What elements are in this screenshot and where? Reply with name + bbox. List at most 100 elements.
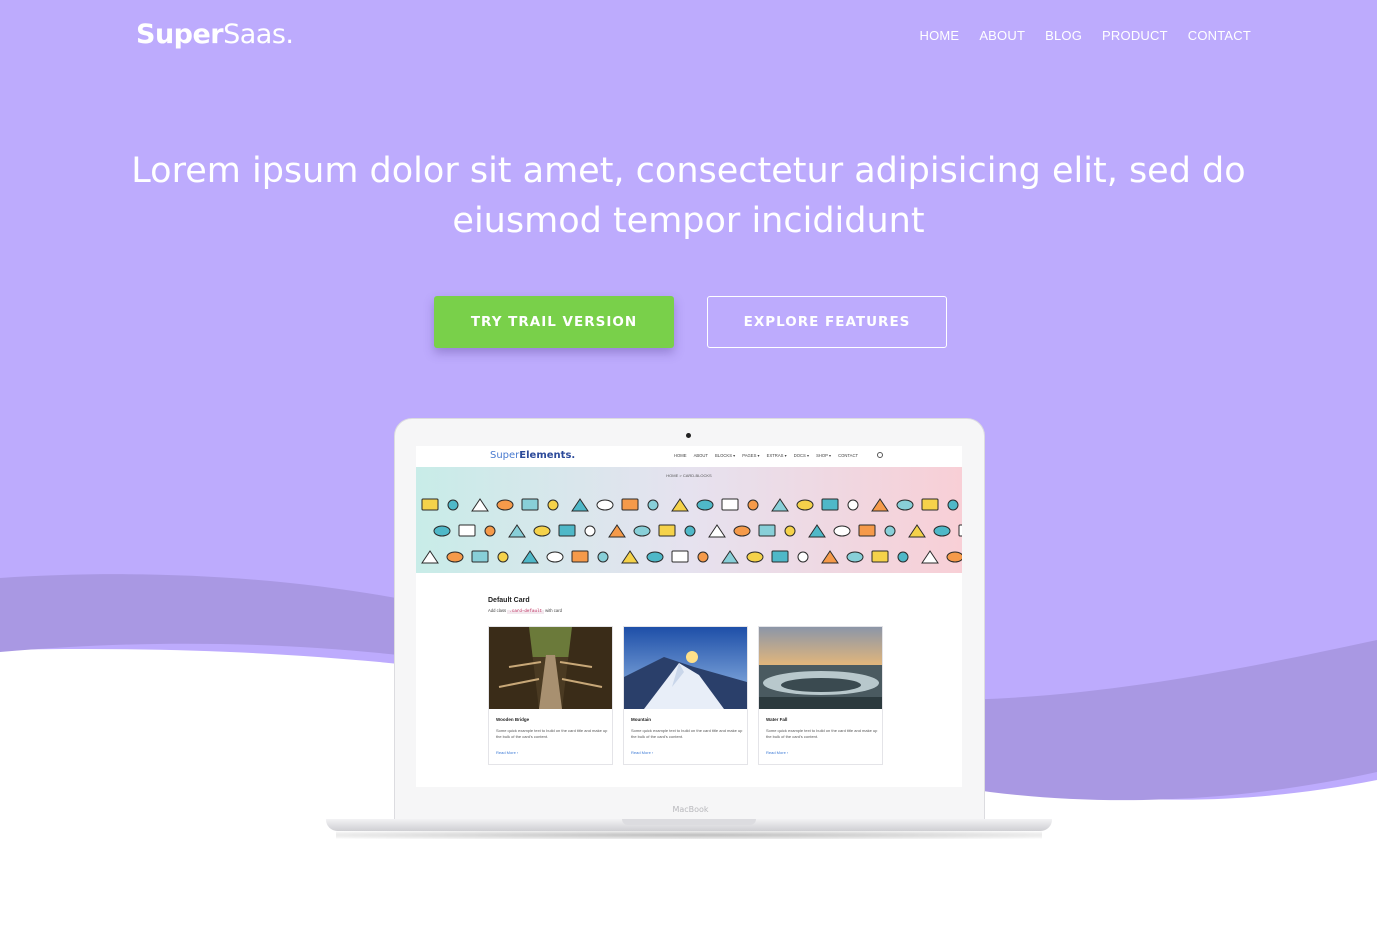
doodle-icon (447, 499, 459, 511)
doodle-icon (747, 499, 759, 511)
doodle-icon (858, 524, 876, 537)
card-text: Some quick example text to build on the … (496, 728, 608, 739)
doodle-icon (421, 498, 439, 511)
doodle-icon (721, 550, 739, 564)
inner-sub-code: .card-default (507, 610, 544, 614)
inner-sub-suffix: with card (545, 608, 562, 613)
inner-menu-item: HOME (674, 453, 687, 458)
doodle-icon (746, 551, 764, 563)
card-read-more-link[interactable]: Read More › (766, 750, 788, 755)
doodle-icon (671, 550, 689, 563)
brand-logo-bold: Super (136, 19, 224, 50)
card-read-more-link[interactable]: Read More › (631, 750, 653, 755)
doodle-icon (784, 525, 796, 537)
inner-site-banner: HOME > CARD-BLOCKS (416, 467, 962, 573)
doodle-icon (697, 551, 709, 563)
doodle-icon (521, 550, 539, 564)
nav-home-link[interactable]: HOME (920, 28, 960, 43)
doodle-icon (433, 525, 451, 537)
inner-site-logo-bold: Elements. (519, 450, 576, 461)
doodle-icon (821, 550, 839, 564)
doodle-icon (496, 499, 514, 511)
inner-menu-item: DOCS ▾ (793, 453, 810, 458)
doodle-icon (521, 498, 539, 511)
laptop-lid: SuperElements. HOME ABOUT BLOCKS ▾ PAGES… (394, 418, 985, 826)
doodle-icon (821, 498, 839, 511)
laptop-mockup: SuperElements. HOME ABOUT BLOCKS ▾ PAGES… (326, 418, 1052, 843)
doodle-icon (508, 524, 526, 538)
inner-menu-item: PAGES ▾ (742, 453, 760, 458)
doodle-icon (933, 525, 951, 537)
hero-headline-line1: Lorem ipsum dolor sit amet, consectetur … (131, 151, 1246, 191)
doodle-icon (897, 551, 909, 563)
laptop-brand-label: MacBook (672, 805, 709, 814)
mountain-image (624, 627, 747, 709)
explore-features-button[interactable]: EXPLORE FEATURES (707, 296, 947, 348)
doodle-icon (608, 524, 626, 538)
hero-headline: Lorem ipsum dolor sit amet, consectetur … (0, 146, 1377, 246)
laptop-camera (686, 433, 691, 438)
doodle-icon (546, 551, 564, 563)
doodle-icon (497, 551, 509, 563)
card-read-more-link[interactable]: Read More › (496, 750, 518, 755)
doodle-icon (596, 499, 614, 511)
doodle-icon (947, 499, 959, 511)
doodle-icon (946, 551, 962, 563)
inner-site-logo: SuperElements. (490, 450, 575, 461)
wooden-bridge-image (489, 627, 612, 709)
doodle-icon (646, 551, 664, 563)
inner-menu-item: BLOCKS ▾ (715, 453, 736, 458)
doodle-icon (621, 498, 639, 511)
laptop-shadow (336, 831, 1042, 839)
doodle-icon (847, 499, 859, 511)
card-title: Water Fall (766, 717, 788, 722)
doodle-icon (471, 498, 489, 512)
doodle-icon (771, 550, 789, 563)
top-navbar: SuperSaas. HOME ABOUT BLOG PRODUCT CONTA… (0, 0, 1377, 72)
card-title: Mountain (631, 717, 651, 722)
doodle-icon (896, 499, 914, 511)
inner-card: Mountain Some quick example text to buil… (623, 626, 748, 765)
doodle-icon (471, 550, 489, 563)
inner-site-navbar: SuperElements. HOME ABOUT BLOCKS ▾ PAGES… (416, 446, 962, 467)
nav-contact-link[interactable]: CONTACT (1188, 28, 1251, 43)
inner-menu-item: SHOP ▾ (816, 453, 832, 458)
doodle-icon (458, 524, 476, 537)
doodle-icon (846, 551, 864, 563)
doodle-icon (796, 499, 814, 511)
doodle-icon (958, 524, 962, 537)
water-fall-image (759, 627, 882, 709)
inner-card: Wooden Bridge Some quick example text to… (488, 626, 613, 765)
inner-card: Water Fall Some quick example text to bu… (758, 626, 883, 765)
inner-site-logo-regular: Super (490, 450, 520, 461)
doodle-icon (597, 551, 609, 563)
try-trial-button[interactable]: TRY TRAIL VERSION (434, 296, 674, 348)
nav-about-link[interactable]: ABOUT (979, 28, 1025, 43)
inner-section-title: Default Card (488, 597, 530, 604)
doodle-icon (671, 498, 689, 512)
card-text: Some quick example text to build on the … (631, 728, 743, 739)
doodle-icon (696, 499, 714, 511)
doodle-icon (658, 524, 676, 537)
card-title: Wooden Bridge (496, 717, 530, 722)
doodle-icon (921, 498, 939, 511)
doodle-icon (584, 525, 596, 537)
doodle-icon (758, 524, 776, 537)
nav-product-link[interactable]: PRODUCT (1102, 28, 1168, 43)
inner-breadcrumb: HOME > CARD-BLOCKS (666, 473, 712, 478)
main-menu: HOME ABOUT BLOG PRODUCT CONTACT (920, 28, 1252, 43)
doodle-icon (647, 499, 659, 511)
nav-blog-link[interactable]: BLOG (1045, 28, 1082, 43)
doodle-icon (571, 550, 589, 563)
inner-menu-item: EXTRAS ▾ (766, 453, 787, 458)
doodle-icon (871, 550, 889, 563)
inner-sub-prefix: Add class (488, 608, 507, 613)
brand-logo[interactable]: SuperSaas. (136, 19, 294, 50)
doodle-icon (421, 550, 439, 564)
doodle-icon (633, 525, 651, 537)
brand-logo-light: Saas. (223, 19, 294, 50)
doodle-icon (833, 525, 851, 537)
inner-site-menu: HOME ABOUT BLOCKS ▾ PAGES ▾ EXTRAS ▾ DOC… (674, 453, 858, 458)
inner-section-subtitle: Add class .card-default with card (488, 608, 562, 614)
laptop-notch (622, 819, 756, 825)
